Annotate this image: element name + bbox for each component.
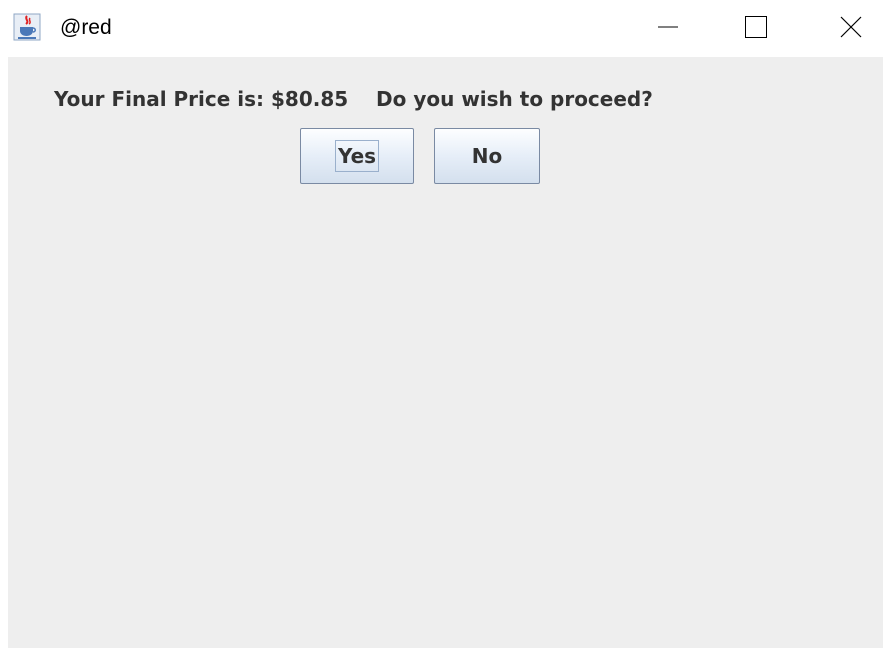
content-panel: Your Final Price is: $80.85 Do you wish … bbox=[8, 57, 883, 648]
close-button[interactable] bbox=[828, 0, 874, 57]
maximize-button[interactable] bbox=[733, 0, 779, 57]
yes-button-label: Yes bbox=[334, 140, 380, 172]
app-window: @red Your Final Price is: $80.85 Do you … bbox=[0, 0, 883, 648]
window-title: @red bbox=[60, 16, 112, 39]
title-bar[interactable]: @red bbox=[0, 0, 883, 57]
yes-button[interactable]: Yes bbox=[300, 128, 414, 184]
final-price-message: Your Final Price is: $80.85 Do you wish … bbox=[54, 87, 653, 111]
close-icon bbox=[840, 16, 862, 42]
no-button-label: No bbox=[471, 144, 503, 168]
minimize-icon bbox=[658, 17, 678, 41]
no-button[interactable]: No bbox=[434, 128, 540, 184]
minimize-button[interactable] bbox=[645, 0, 691, 57]
java-coffee-cup-icon bbox=[13, 13, 41, 41]
maximize-icon bbox=[745, 15, 767, 42]
